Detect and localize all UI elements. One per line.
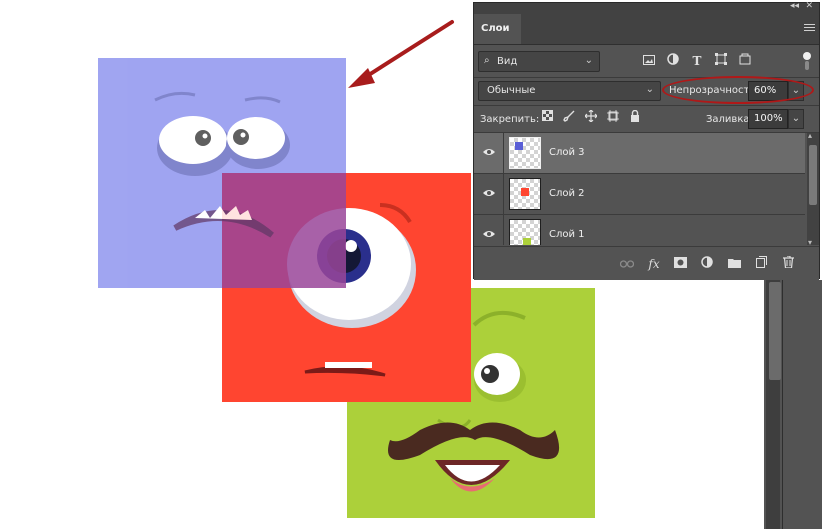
type-filter-icon[interactable]: T	[689, 53, 705, 69]
delete-layer-icon[interactable]	[780, 255, 796, 272]
image-filter-icon[interactable]	[641, 53, 657, 69]
adjustment-filter-icon[interactable]	[665, 53, 681, 69]
layer-row-1[interactable]: Слой 1	[474, 215, 805, 245]
kind-filter-value: Вид	[497, 56, 518, 67]
lock-transparency-icon[interactable]	[540, 110, 554, 124]
lock-artboard-icon[interactable]	[606, 110, 620, 124]
eye-icon[interactable]	[482, 188, 496, 198]
kind-filter-select[interactable]: ⌕ Вид ⌄	[478, 51, 600, 72]
blend-mode-select[interactable]: Обычные ⌄	[478, 81, 661, 101]
annotation-arrow	[348, 20, 454, 88]
new-layer-icon[interactable]	[753, 256, 769, 272]
layer-row-3[interactable]: Слой 3	[474, 133, 805, 174]
layer-name[interactable]: Слой 1	[549, 229, 585, 240]
shape-filter-icon[interactable]	[713, 53, 729, 69]
new-group-icon[interactable]	[726, 256, 742, 272]
layers-scrollbar-thumb[interactable]	[809, 145, 817, 205]
scroll-up-icon[interactable]: ▴	[808, 131, 812, 140]
blend-mode-value: Обычные	[487, 85, 536, 96]
chevron-down-icon: ⌄	[645, 84, 654, 95]
layer-name[interactable]: Слой 2	[549, 188, 585, 199]
adjustment-layer-icon[interactable]	[699, 256, 715, 272]
lock-label: Закрепить:	[480, 114, 540, 125]
fill-dropdown-button[interactable]: ⌄	[788, 109, 804, 129]
eye-icon[interactable]	[482, 147, 496, 157]
canvas-scrollbar-thumb[interactable]	[769, 282, 781, 380]
link-layers-icon[interactable]	[619, 256, 635, 272]
layer-row-2[interactable]: Слой 2	[474, 174, 805, 215]
eye-icon[interactable]	[482, 229, 496, 239]
fx-icon[interactable]: fx	[646, 256, 662, 272]
app-right-area	[764, 280, 822, 529]
filter-toggle[interactable]	[802, 51, 812, 71]
fill-label: Заливка:	[706, 114, 753, 125]
smart-object-filter-icon[interactable]	[737, 53, 753, 69]
layers-bottom-toolbar: fx	[474, 246, 819, 280]
layers-list: Слой 3 Слой 2 Слой 1	[474, 133, 805, 245]
fill-input[interactable]: 100%	[748, 109, 788, 129]
lock-all-icon[interactable]	[628, 109, 642, 124]
layers-panel: ◂◂ ✕ Слои ⌕ Вид ⌄ T Обычные ⌄ Непрозрачн…	[473, 1, 820, 280]
divider	[782, 280, 783, 529]
panel-menu-icon[interactable]	[804, 24, 815, 33]
panel-title-bar: ◂◂ ✕	[474, 1, 819, 14]
layer-mask-icon[interactable]	[672, 256, 688, 272]
panel-tab-row: Слои	[474, 14, 819, 45]
canvas-scrollbar[interactable]	[766, 280, 781, 529]
divider	[474, 105, 819, 106]
search-icon: ⌕	[484, 55, 490, 66]
layer-thumbnail	[509, 137, 541, 169]
lock-position-icon[interactable]	[584, 109, 598, 124]
layer-thumbnail	[509, 178, 541, 210]
layer-name[interactable]: Слой 3	[549, 147, 585, 158]
blue-monster-layer	[98, 58, 346, 288]
lock-image-icon[interactable]	[562, 110, 576, 124]
layer-thumbnail	[509, 219, 541, 245]
close-icon[interactable]: ✕	[805, 1, 813, 11]
layers-scrollbar[interactable]: ▴ ▾	[807, 131, 819, 247]
tab-layers[interactable]: Слои	[474, 14, 521, 44]
chevron-down-icon: ⌄	[584, 55, 593, 66]
collapse-panel-icon[interactable]: ◂◂	[790, 1, 799, 11]
layer-filter-row: ⌕ Вид ⌄ T	[478, 51, 815, 75]
opacity-highlight-ellipse	[662, 76, 814, 104]
